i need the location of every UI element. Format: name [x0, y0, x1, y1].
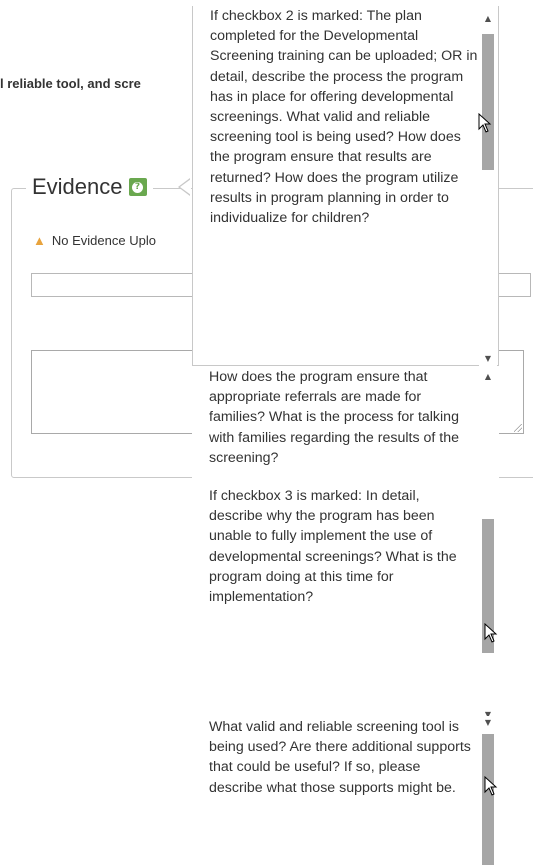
- resize-grip-icon[interactable]: [514, 424, 522, 432]
- scroll-down-arrow-icon[interactable]: ▼: [479, 350, 497, 366]
- evidence-legend: Evidence ?: [26, 174, 153, 200]
- mouse-pointer-icon: [484, 776, 498, 796]
- tooltip-scrollbar[interactable]: ▲ ▼: [479, 6, 497, 366]
- help-tooltip-panel-continued: What valid and reliable screening tool i…: [192, 716, 499, 865]
- tooltip-caret-inner: [180, 179, 191, 195]
- tooltip-scrollbar[interactable]: ▲ ▼: [479, 366, 497, 722]
- help-tooltip-panel-continued: How does the program ensure that appropr…: [192, 366, 499, 722]
- tooltip-paragraph: How does the program ensure that appropr…: [209, 369, 459, 466]
- mouse-pointer-icon: [484, 623, 498, 643]
- scroll-up-arrow-icon[interactable]: ▲: [479, 10, 497, 26]
- scroll-down-arrow-icon[interactable]: ▼: [479, 714, 497, 730]
- tooltip-paragraph: If checkbox 2 is marked: The plan comple…: [210, 8, 478, 227]
- scrollbar-thumb[interactable]: [482, 34, 494, 170]
- tooltip-paragraph: What valid and reliable screening tool i…: [209, 719, 471, 796]
- evidence-title: Evidence: [32, 174, 123, 199]
- help-icon[interactable]: ?: [128, 178, 147, 196]
- section-heading: l reliable tool, and scre: [0, 76, 141, 91]
- mouse-pointer-icon: [478, 113, 492, 133]
- no-evidence-message: ▲ No Evidence Uplo: [33, 233, 156, 248]
- help-tooltip-panel: If checkbox 2 is marked: The plan comple…: [192, 6, 499, 366]
- scrollbar-thumb[interactable]: [482, 734, 494, 865]
- no-evidence-text: No Evidence Uplo: [51, 233, 156, 248]
- warning-triangle-icon: ▲: [33, 233, 46, 248]
- scroll-up-arrow-icon[interactable]: ▲: [479, 368, 497, 384]
- tooltip-paragraph: If checkbox 3 is marked: In detail, desc…: [209, 488, 457, 606]
